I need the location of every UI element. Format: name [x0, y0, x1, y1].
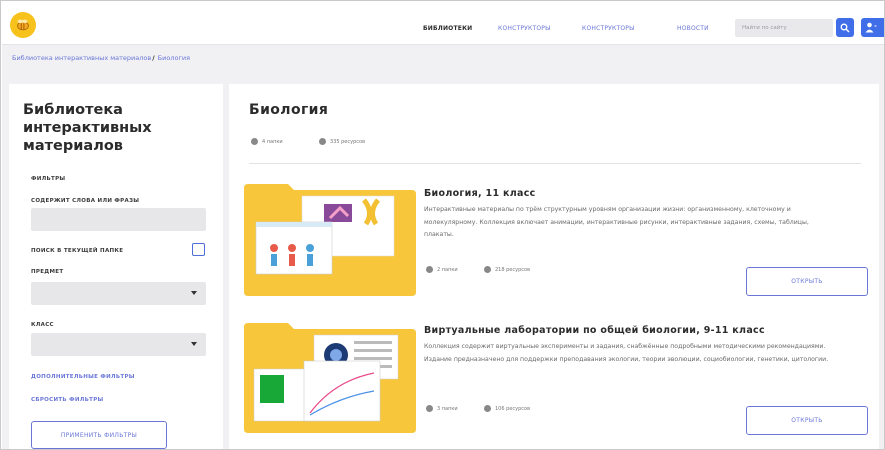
contains-label: Содержит слова или фразы	[31, 198, 140, 204]
card-2-resources-text: 106 ресурсов	[495, 405, 531, 412]
breadcrumb-library-link[interactable]: Библиотека интерактивных материалов	[12, 54, 151, 62]
current-folder-label: Поиск в текущей папке	[31, 248, 124, 254]
card-2-open-button[interactable]: Открыть	[746, 406, 868, 435]
card-1-folders: 2 папки	[426, 266, 458, 273]
search-input[interactable]: Найти по сайту	[735, 19, 833, 37]
card-2-folders-text: 3 папки	[437, 405, 458, 412]
nav-constructors[interactable]: Конструкторы	[498, 25, 551, 32]
breadcrumb-current[interactable]: Биология	[158, 54, 190, 62]
card-1-resources-text: 218 ресурсов	[495, 266, 531, 273]
card-1-folders-text: 2 папки	[437, 266, 458, 273]
subject-label: Предмет	[31, 269, 64, 275]
breadcrumb: Библиотека интерактивных материалов/ Био…	[12, 54, 190, 62]
folder-icon	[251, 138, 258, 145]
top-header: Библиотеки Конструкторы Конструкторы Нов…	[2, 2, 884, 44]
filters-section-label: Фильтры	[31, 176, 66, 182]
search-button[interactable]	[836, 18, 854, 37]
card-1-resources: 218 ресурсов	[484, 266, 530, 273]
chevron-down-icon	[191, 342, 197, 346]
class-select[interactable]	[31, 333, 206, 356]
filters-title: Библиотека интерактивных материалов	[23, 102, 152, 154]
page-title: Биология	[249, 102, 329, 118]
resource-icon	[484, 405, 491, 412]
card-1-description: Интерактивные материалы по трём структур…	[424, 206, 809, 238]
card-2-thumbnail[interactable]	[244, 321, 416, 433]
search-icon	[840, 23, 850, 32]
user-icon	[865, 22, 877, 33]
bee-logo-icon[interactable]	[10, 12, 36, 38]
nav-news[interactable]: Новости	[677, 25, 709, 32]
contains-input[interactable]	[31, 208, 206, 231]
current-folder-checkbox[interactable]	[192, 243, 205, 256]
card-2-title[interactable]: Виртуальные лаборатории по общей биологи…	[424, 325, 765, 336]
card-2-resources: 106 ресурсов	[484, 405, 530, 412]
resources-count-text: 335 ресурсов	[330, 138, 366, 145]
apply-filters-button[interactable]: Применить фильтры	[31, 421, 167, 449]
more-filters-link[interactable]: Дополнительные фильтры	[31, 374, 135, 380]
folders-count-text: 4 папки	[262, 138, 283, 145]
user-button[interactable]	[861, 18, 884, 37]
nav-constructors-2[interactable]: Конструкторы	[582, 25, 635, 32]
breadcrumb-bar: Библиотека интерактивных материалов/ Био…	[2, 44, 884, 70]
class-label: Класс	[31, 322, 54, 328]
nav-libraries[interactable]: Библиотеки	[423, 25, 472, 32]
card-1-open-button[interactable]: Открыть	[746, 267, 868, 296]
card-2-description: Коллекция содержит виртуальные экспериме…	[424, 343, 829, 363]
folders-count: 4 папки	[251, 138, 283, 145]
resource-icon	[484, 266, 491, 273]
chevron-down-icon	[191, 291, 197, 295]
divider	[249, 163, 861, 164]
breadcrumb-separator: /	[152, 54, 155, 62]
reset-filters-link[interactable]: Сбросить фильтры	[31, 397, 104, 403]
folder-icon	[426, 266, 433, 273]
folder-icon	[426, 405, 433, 412]
resources-count: 335 ресурсов	[319, 138, 365, 145]
app-window: Библиотеки Конструкторы Конструкторы Нов…	[0, 0, 885, 450]
resource-icon	[319, 138, 326, 145]
subject-select[interactable]	[31, 282, 206, 305]
card-1-title[interactable]: Биология, 11 класс	[424, 188, 536, 199]
card-1-thumbnail[interactable]	[244, 182, 416, 296]
card-2-folders: 3 папки	[426, 405, 458, 412]
